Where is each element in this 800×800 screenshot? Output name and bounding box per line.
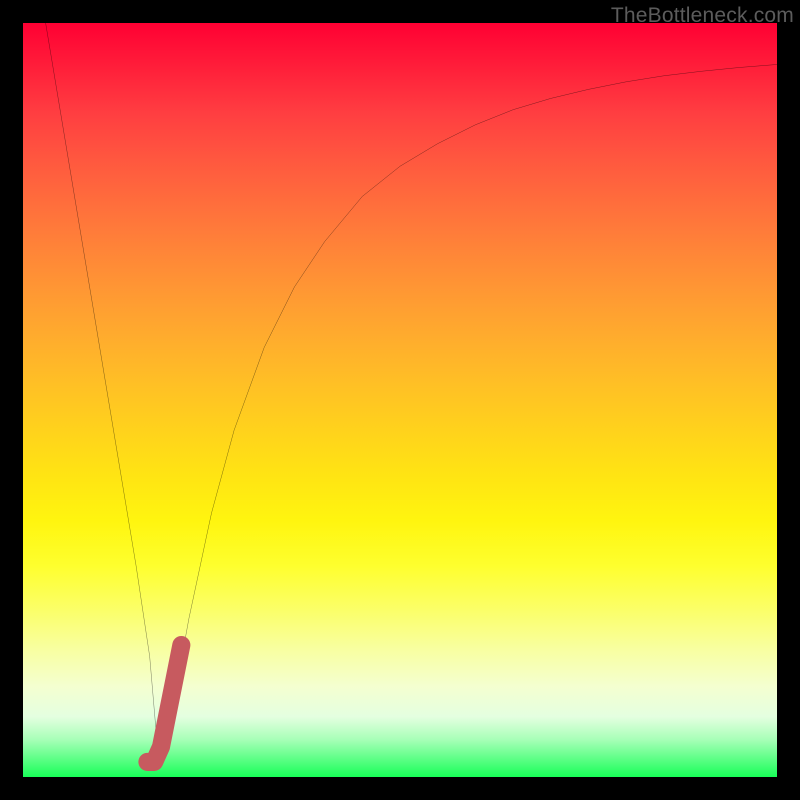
chart-svg [23, 23, 777, 777]
bottleneck-curve [46, 23, 777, 762]
tick-mark [147, 645, 181, 762]
tick-mark-path [147, 645, 181, 762]
bottleneck-curve-path [46, 23, 777, 762]
plot-area [23, 23, 777, 777]
chart-frame: TheBottleneck.com [0, 0, 800, 800]
